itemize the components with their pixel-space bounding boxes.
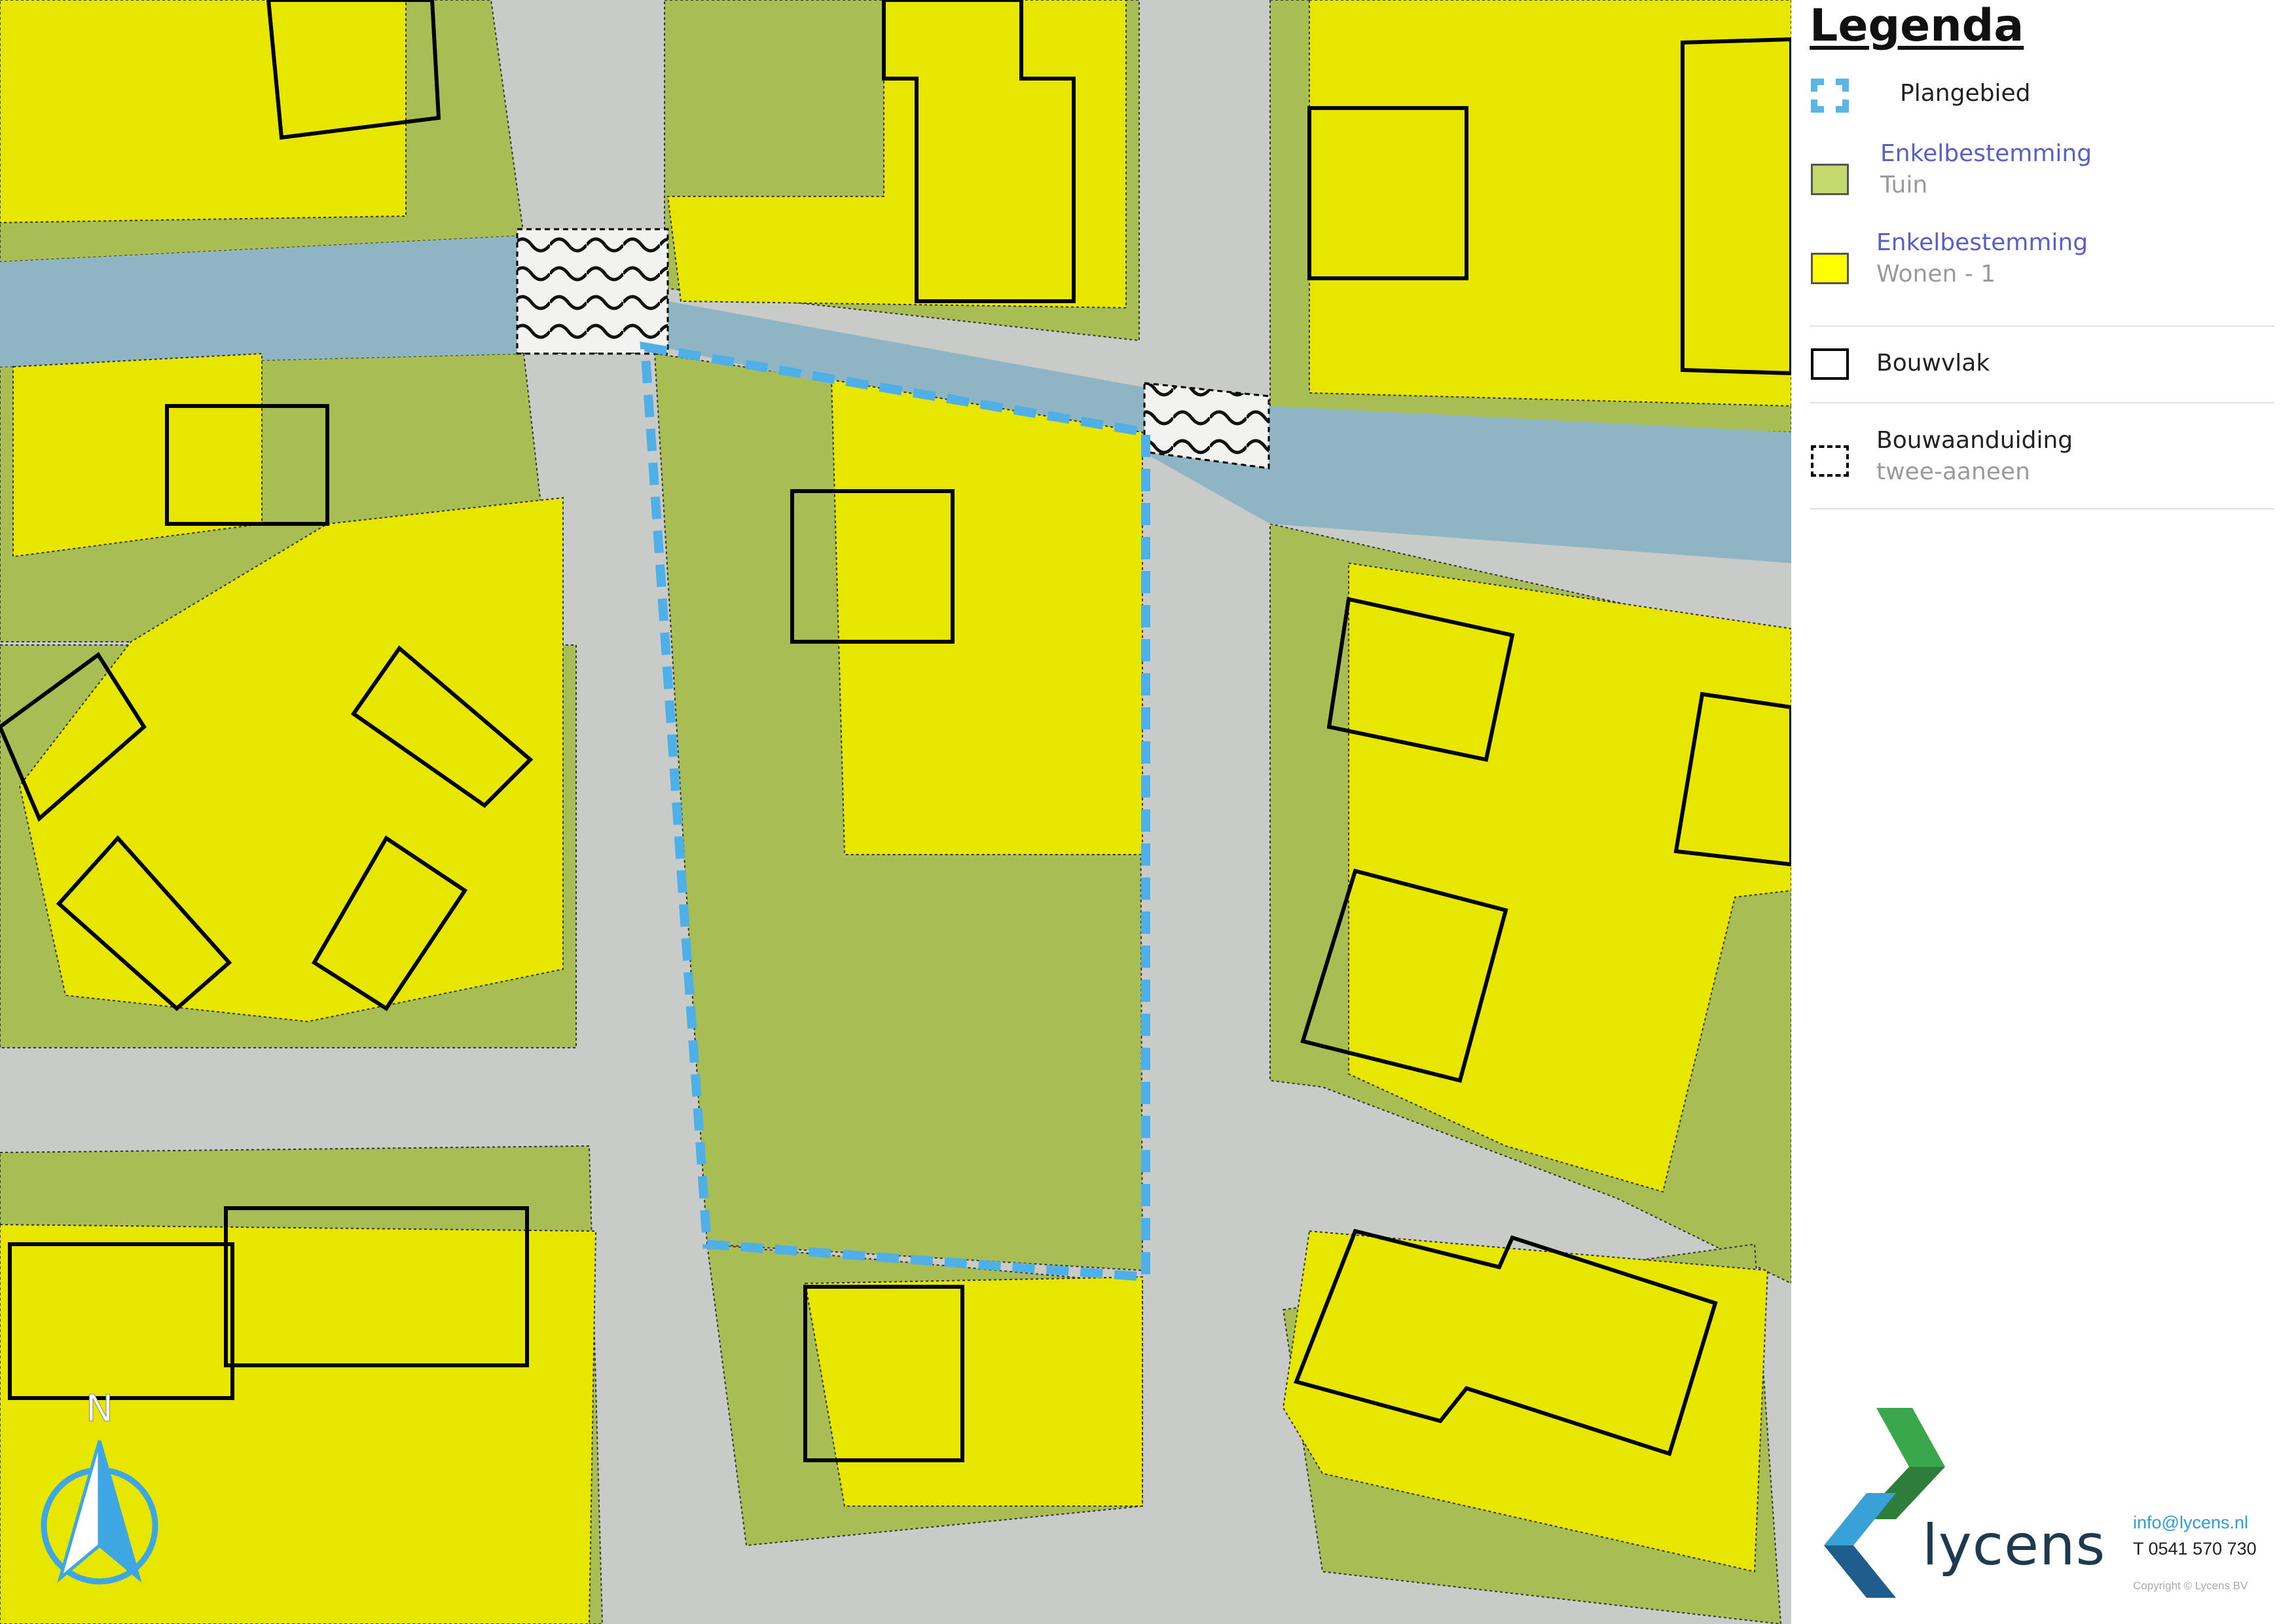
legend-symbol-wonen (1811, 253, 1849, 284)
legend-symbol-bouwaanduiding (1811, 445, 1849, 477)
legend-panel: Legenda Plangebied Enkelbestemming Tuin … (1791, 0, 2296, 1624)
contact-email-link[interactable]: info@lycens.nl (2133, 1513, 2248, 1533)
legend-label-bouwaanduiding: Bouwaanduiding (1876, 427, 2073, 454)
legend-symbol-tuin (1811, 164, 1849, 195)
brand-name: lycens (1922, 1513, 2106, 1578)
legend-symbol-bouwvlak (1811, 348, 1849, 380)
legend-label-bouwvlak: Bouwvlak (1876, 350, 1990, 377)
north-arrow: N (41, 1388, 158, 1585)
legend-symbol-plangebied (1811, 79, 1849, 113)
contact-phone: T 0541 570 730 (2133, 1539, 2257, 1559)
copyright-text: Copyright © Lycens BV (2133, 1579, 2248, 1592)
legend-separator (1810, 402, 2274, 403)
legend-sub-bouwaanduiding: twee-aaneen (1876, 458, 2030, 485)
north-label: N (86, 1388, 113, 1430)
north-arrow-right (98, 1440, 142, 1583)
legend-sub-wonen: Wonen - 1 (1876, 261, 1996, 287)
legend-separator (1810, 508, 2274, 509)
legend-sub-tuin: Tuin (1880, 172, 1928, 198)
legend-title: Legenda (1810, 0, 2024, 52)
legend-label-plangebied: Plangebied (1900, 80, 2031, 107)
legend-label-wonen: Enkelbestemming (1876, 229, 2088, 256)
brand-block: lycens info@lycens.nl T 0541 570 730 Cop… (1791, 1382, 2296, 1624)
map-canvas[interactable] (0, 0, 1791, 1624)
legend-separator (1810, 325, 2274, 327)
north-arrow-left (57, 1440, 101, 1583)
legend-label-tuin: Enkelbestemming (1880, 140, 2092, 167)
